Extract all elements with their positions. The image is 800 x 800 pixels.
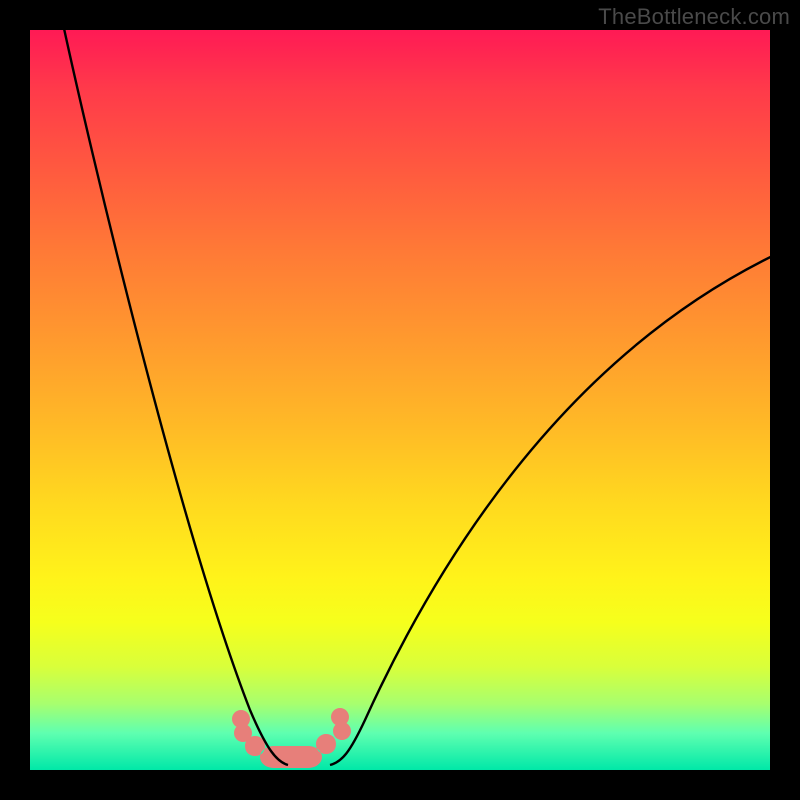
left-curve <box>60 10 288 765</box>
curves-svg <box>30 30 770 770</box>
plot-area <box>30 30 770 770</box>
right-curve <box>330 250 785 765</box>
chart-frame: TheBottleneck.com <box>0 0 800 800</box>
valley-bumps <box>232 708 351 768</box>
watermark-label: TheBottleneck.com <box>598 4 790 30</box>
